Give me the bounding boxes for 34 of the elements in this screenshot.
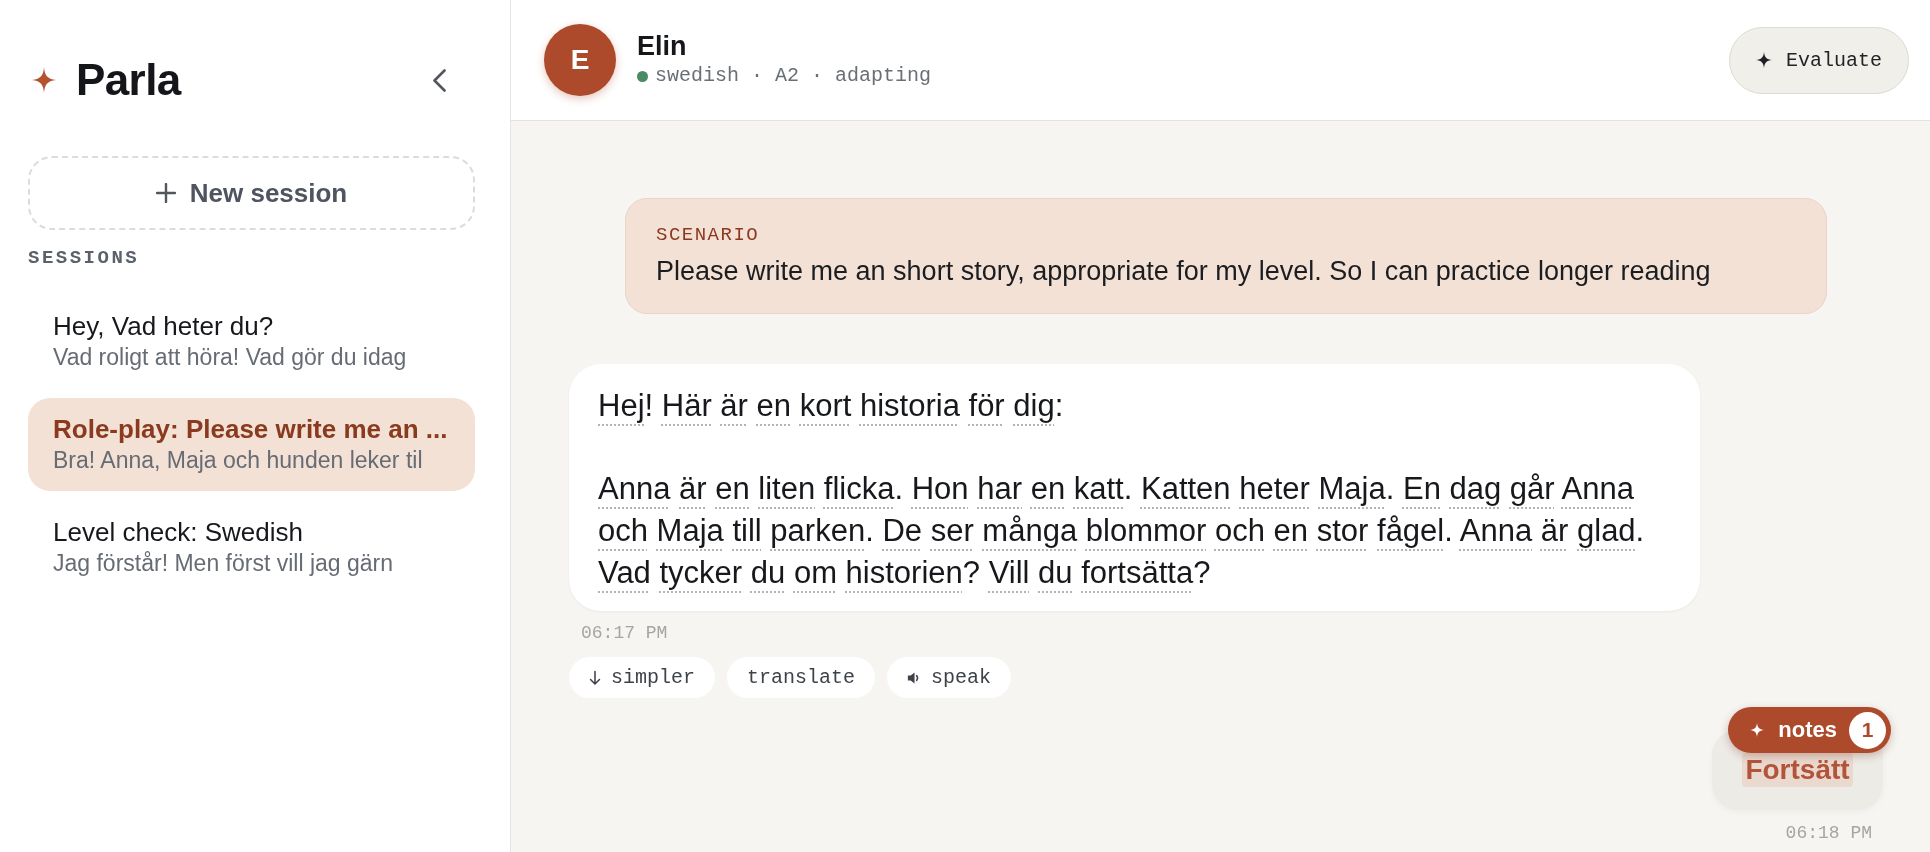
message-time: 06:17 PM bbox=[581, 622, 668, 644]
plus-icon bbox=[155, 183, 176, 203]
app-logo-text: Parla bbox=[76, 55, 181, 105]
message-text: Hej! Här är en kort historia för dig: bbox=[598, 387, 1065, 425]
chevron-left-icon[interactable] bbox=[432, 68, 446, 92]
session-preview: Jag förstår! Men först vill jag gärn bbox=[53, 549, 395, 578]
session-preview: Vad roligt att höra! Vad gör du idag bbox=[53, 343, 408, 372]
session-title: Role-play: Please write me an ... bbox=[53, 413, 449, 445]
new-session-button[interactable]: New session bbox=[28, 156, 475, 230]
notes-button[interactable]: notes 1 bbox=[1728, 707, 1891, 753]
message-text: Fortsätt bbox=[1742, 753, 1853, 787]
contact-name: Elin bbox=[637, 30, 688, 62]
session-title: Hey, Vad heter du? bbox=[53, 310, 275, 342]
message-action-button[interactable]: speak bbox=[887, 657, 1012, 698]
message-text: Anna är en liten flicka. Hon har en katt. Katten heter Maja. En dag går Anna och Maja till parken. De ser många blommor och en stor fågel. Anna är glad. Vad tycker du om historien? Vill du fortsätta? bbox=[598, 470, 1646, 592]
message-action-button[interactable]: simpler bbox=[569, 657, 715, 698]
session-item[interactable]: Level check: Swedish Jag förstår! Men först vill jag gärn bbox=[28, 501, 475, 594]
sparkle-icon bbox=[1750, 723, 1765, 737]
sessions-heading: SESSIONS bbox=[28, 247, 141, 270]
sparkle-icon bbox=[32, 67, 56, 93]
sparkle-icon bbox=[1756, 52, 1772, 68]
avatar: E bbox=[544, 24, 616, 96]
session-item[interactable]: Role-play: Please write me an ... Bra! Anna, Maja och hunden leker til bbox=[28, 398, 475, 491]
notes-count: 1 bbox=[1849, 711, 1886, 749]
message-time: 06:18 PM bbox=[1785, 822, 1872, 844]
scenario-label: SCENARIO bbox=[656, 223, 761, 247]
evaluate-button[interactable]: Evaluate bbox=[1729, 26, 1909, 94]
session-title: Level check: Swedish bbox=[53, 516, 305, 548]
session-preview: Bra! Anna, Maja och hunden leker til bbox=[53, 446, 424, 475]
scenario-text: Please write me an short story, appropriate for my level. So I can practice longer reading bbox=[656, 255, 1712, 288]
status-text: swedish · A2 · adapting bbox=[655, 63, 932, 89]
message-action-button[interactable]: translate bbox=[727, 657, 876, 698]
session-item[interactable]: Hey, Vad heter du? Vad roligt att höra! Vad gör du idag bbox=[28, 295, 475, 388]
arrow-down-icon bbox=[589, 669, 601, 686]
